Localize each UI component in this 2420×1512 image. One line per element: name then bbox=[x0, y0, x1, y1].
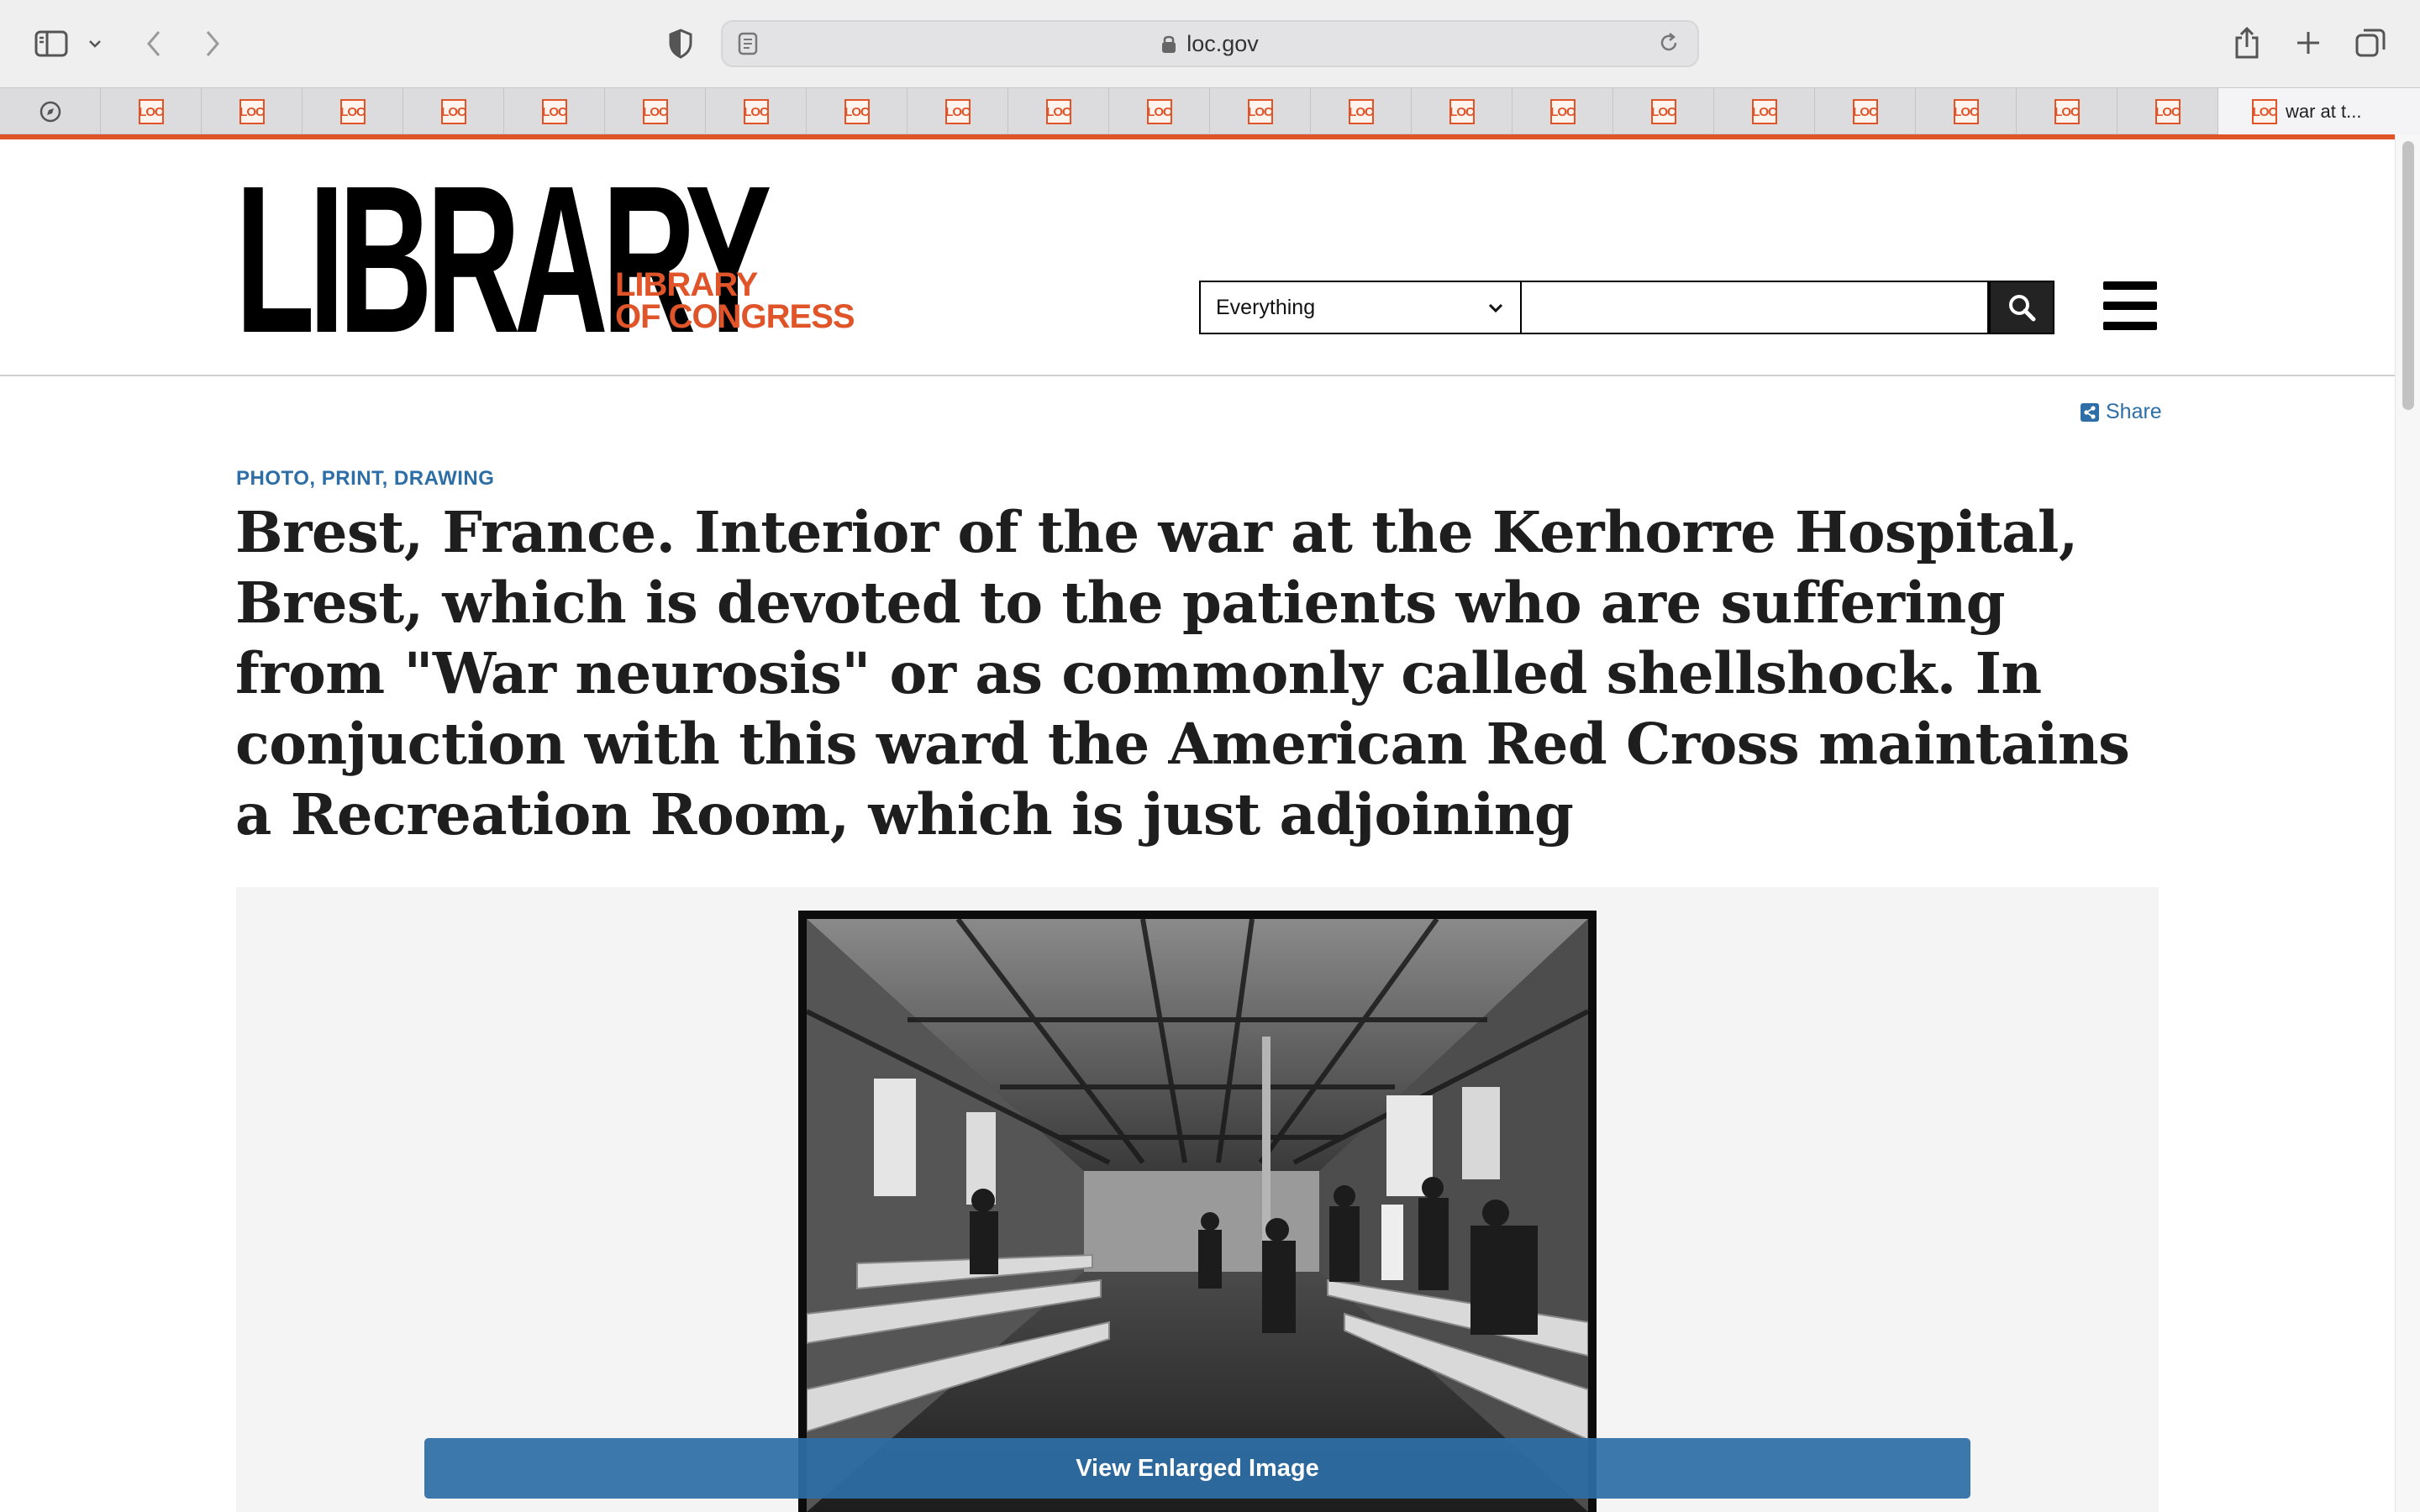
loc-favicon-icon: LOC bbox=[239, 99, 265, 124]
tab-loc[interactable]: LOC bbox=[403, 88, 504, 135]
loc-favicon-icon: LOC bbox=[1650, 99, 1676, 124]
share-icon bbox=[2235, 26, 2259, 59]
magnifier-icon bbox=[2009, 295, 2036, 322]
lock-icon bbox=[1162, 35, 1176, 53]
shield-icon bbox=[669, 29, 692, 59]
loc-favicon-icon: LOC bbox=[844, 99, 870, 124]
tab-title: war at t... bbox=[2286, 101, 2362, 122]
compass-icon bbox=[39, 101, 60, 123]
tab-bar: LOC LOC LOC LOC LOC LOC LOC LOC LOC LOC LOC LOC LOC L… bbox=[0, 87, 2420, 135]
tab-loc[interactable]: LOC bbox=[2017, 88, 2118, 135]
tab-overview-button[interactable] bbox=[2353, 25, 2388, 60]
main-menu-button[interactable] bbox=[2103, 281, 2157, 330]
share-link[interactable]: Share bbox=[2081, 400, 2162, 424]
view-enlarged-image-button[interactable]: View Enlarged Image bbox=[424, 1438, 1970, 1499]
hamburger-bar bbox=[2103, 322, 2157, 330]
search-scope-select[interactable]: Everything bbox=[1199, 281, 1522, 334]
logo-subtitle-line2: OF CONGRESS bbox=[615, 298, 855, 335]
tab-loc[interactable]: LOC bbox=[1815, 88, 1916, 135]
sidebar-menu-button[interactable] bbox=[84, 34, 106, 54]
share-page-button[interactable] bbox=[2232, 24, 2262, 62]
share-label: Share bbox=[2106, 400, 2162, 423]
loc-favicon-icon: LOC bbox=[440, 99, 466, 124]
new-tab-button[interactable] bbox=[2292, 27, 2324, 59]
sidebar-toggle-button[interactable] bbox=[32, 27, 71, 60]
loc-favicon-icon: LOC bbox=[1348, 99, 1374, 124]
browser-toolbar: loc.gov bbox=[0, 0, 2420, 87]
tab-loc[interactable]: LOC bbox=[1008, 88, 1109, 135]
tab-loc[interactable]: LOC bbox=[605, 88, 706, 135]
logo-subtitle: LIBRARY OF CONGRESS bbox=[615, 266, 855, 335]
tab-loc[interactable]: LOC bbox=[1916, 88, 2017, 135]
loc-favicon-icon: LOC bbox=[2252, 99, 2277, 124]
loc-favicon-icon: LOC bbox=[2154, 99, 2181, 124]
search-form: Everything bbox=[1199, 281, 2054, 334]
tab-loc[interactable]: LOC bbox=[302, 88, 403, 135]
loc-favicon-icon: LOC bbox=[1045, 99, 1071, 124]
tab-loc[interactable]: LOC bbox=[2118, 88, 2218, 135]
loc-favicon-icon: LOC bbox=[944, 99, 971, 124]
url-text: loc.gov bbox=[1186, 30, 1259, 56]
item-title: Brest, France. Interior of the war at th… bbox=[235, 499, 2130, 848]
tab-loc[interactable]: LOC bbox=[1210, 88, 1311, 135]
chevron-down-icon bbox=[1488, 303, 1503, 313]
tab-loc[interactable]: LOC bbox=[1412, 88, 1512, 135]
chevron-left-icon bbox=[147, 31, 160, 56]
item-format-category[interactable]: PHOTO, PRINT, DRAWING bbox=[236, 467, 494, 491]
hamburger-icon bbox=[2103, 281, 2157, 290]
search-button[interactable] bbox=[1989, 281, 2054, 334]
loc-favicon-icon: LOC bbox=[642, 99, 668, 124]
tab-loc[interactable]: LOC bbox=[1613, 88, 1714, 135]
page-scrollbar[interactable] bbox=[2395, 134, 2420, 1512]
address-bar[interactable]: loc.gov bbox=[721, 20, 1699, 67]
forward-button[interactable] bbox=[198, 25, 227, 62]
back-button[interactable] bbox=[139, 25, 168, 62]
tab-loc[interactable]: LOC bbox=[1311, 88, 1412, 135]
chevron-right-icon bbox=[206, 31, 219, 56]
tabs-overview-icon bbox=[2355, 29, 2386, 57]
loc-favicon-icon: LOC bbox=[2054, 99, 2080, 124]
tab-loc[interactable]: LOC bbox=[1109, 88, 1210, 135]
scrollbar-thumb[interactable] bbox=[2402, 141, 2414, 410]
sidebar-icon bbox=[34, 30, 68, 57]
site-header: LIBRARY LIBRARY OF CONGRESS Everything bbox=[0, 139, 2395, 376]
loc-favicon-icon: LOC bbox=[1146, 99, 1172, 124]
logo-wordmark: LIBRARY bbox=[235, 142, 771, 376]
loc-favicon-icon: LOC bbox=[541, 99, 567, 124]
loc-favicon-icon: LOC bbox=[1247, 99, 1273, 124]
loc-logo[interactable]: LIBRARY LIBRARY OF CONGRESS bbox=[235, 142, 855, 376]
url-display[interactable]: loc.gov bbox=[723, 22, 1697, 66]
hamburger-bar bbox=[2103, 302, 2157, 310]
loc-favicon-icon: LOC bbox=[743, 99, 769, 124]
loc-favicon-icon: LOC bbox=[339, 99, 366, 124]
tab-loc[interactable]: LOC bbox=[1512, 88, 1613, 135]
item-photo[interactable] bbox=[798, 911, 1597, 1512]
tab-loc[interactable]: LOC bbox=[908, 88, 1008, 135]
loc-favicon-icon: LOC bbox=[1449, 99, 1475, 124]
chevron-down-icon bbox=[89, 40, 101, 48]
tab-loc[interactable]: LOC bbox=[202, 88, 302, 135]
tab-loc[interactable]: LOC bbox=[504, 88, 605, 135]
reload-icon bbox=[1660, 33, 1677, 51]
hospital-ward-photo-image bbox=[807, 919, 1588, 1512]
search-scope-value: Everything bbox=[1216, 295, 1316, 319]
share-icon bbox=[2081, 402, 2099, 422]
reload-button[interactable] bbox=[1657, 31, 1681, 59]
loc-favicon-icon: LOC bbox=[138, 99, 164, 124]
logo-subtitle-line1: LIBRARY bbox=[615, 266, 758, 303]
loc-favicon-icon: LOC bbox=[1549, 99, 1576, 124]
tab-loc[interactable]: LOC bbox=[807, 88, 908, 135]
loc-favicon-icon: LOC bbox=[1953, 99, 1979, 124]
tab-loc[interactable]: LOC bbox=[706, 88, 807, 135]
privacy-report-button[interactable] bbox=[664, 25, 697, 62]
loc-favicon-icon: LOC bbox=[1852, 99, 1878, 124]
tab-start-page[interactable] bbox=[0, 88, 101, 135]
tab-active[interactable]: LOC war at t... bbox=[2218, 88, 2420, 135]
loc-favicon-icon: LOC bbox=[1751, 99, 1777, 124]
search-input[interactable] bbox=[1522, 281, 1989, 334]
plus-icon bbox=[2297, 32, 2319, 54]
tab-loc[interactable]: LOC bbox=[101, 88, 202, 135]
tab-loc[interactable]: LOC bbox=[1714, 88, 1815, 135]
